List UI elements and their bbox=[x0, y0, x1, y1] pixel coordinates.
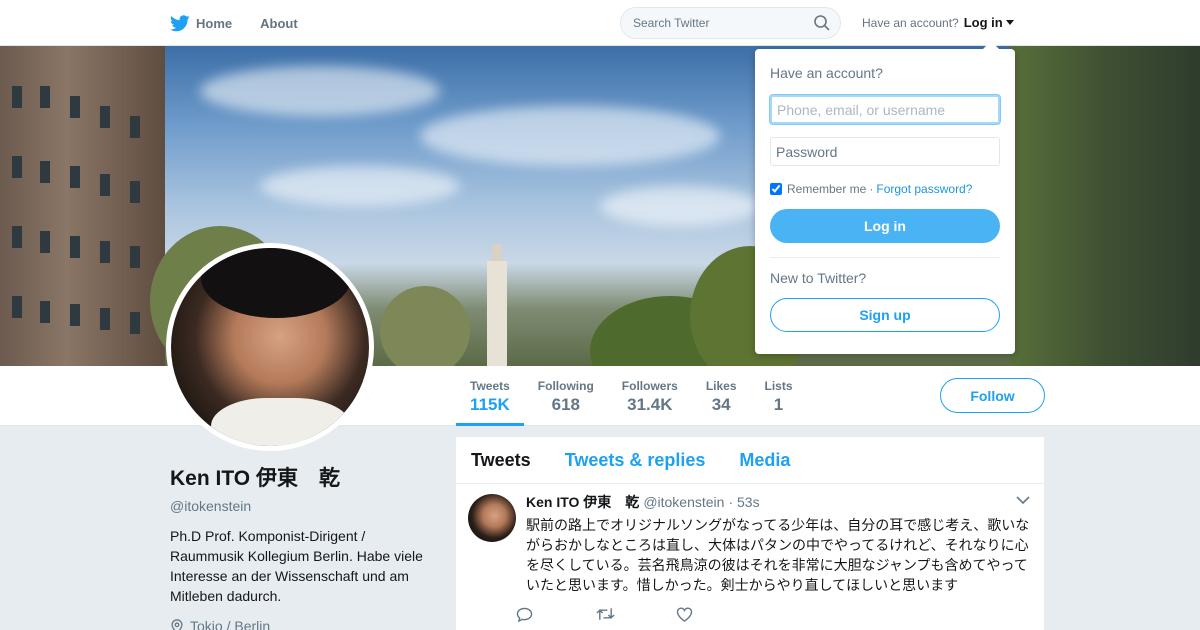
caret-down-icon[interactable] bbox=[1005, 20, 1014, 25]
profile-bio: Ph.D Prof. Komponist-Dirigent / Raummusi… bbox=[170, 528, 423, 604]
tweet[interactable]: Ken ITO 伊東 乾 @itokenstein · 53s 駅前の路上でオリ… bbox=[456, 484, 1044, 627]
tweet-text: 駅前の路上でオリジナルソングがなってる少年は、自分の耳で感じ考え、歌いながらおか… bbox=[526, 517, 1030, 593]
login-menu-toggle[interactable]: Log in bbox=[964, 15, 1003, 30]
retweet-icon bbox=[596, 608, 615, 620]
heart-icon bbox=[676, 607, 693, 622]
new-to-twitter-text: New to Twitter? bbox=[770, 270, 867, 286]
stat-label: Following bbox=[537, 379, 594, 393]
nav-home[interactable]: Home bbox=[170, 14, 233, 32]
tab-tweets[interactable]: Tweets bbox=[471, 450, 531, 471]
account-menu: Have an account? Log in bbox=[862, 15, 1014, 30]
chevron-down-icon[interactable] bbox=[1016, 496, 1030, 505]
remember-row: Remember me · Forgot password? bbox=[770, 182, 1000, 196]
search-icon[interactable] bbox=[814, 15, 830, 31]
twitter-bird-icon bbox=[170, 14, 190, 31]
nav-home-label: Home bbox=[196, 15, 233, 31]
retweet-action[interactable] bbox=[596, 607, 676, 627]
tweet-avatar[interactable] bbox=[468, 494, 516, 542]
remember-me-checkbox[interactable] bbox=[770, 183, 782, 195]
timeline-tabs: Tweets Tweets & replies Media bbox=[456, 437, 1044, 484]
login-dropdown-title: Have an account? bbox=[770, 65, 883, 81]
stat-value: 34 bbox=[711, 395, 731, 414]
tweet-header: Ken ITO 伊東 乾 @itokenstein · 53s bbox=[526, 492, 1029, 512]
remember-me-label[interactable]: Remember me bbox=[787, 182, 866, 196]
location-text: Tokio / Berlin bbox=[190, 618, 271, 630]
top-navigation: Home About Have an account? Log in bbox=[0, 0, 1200, 46]
search-box bbox=[620, 7, 841, 39]
login-button[interactable]: Log in bbox=[770, 209, 1000, 243]
stat-tweets[interactable]: Tweets 115K bbox=[456, 366, 524, 426]
stat-lists[interactable]: Lists 1 bbox=[751, 366, 807, 426]
stat-label: Likes bbox=[705, 379, 737, 393]
tweet-actions bbox=[516, 607, 1029, 627]
tweet-author-handle[interactable]: @itokenstein bbox=[643, 494, 724, 510]
timeline: Tweets Tweets & replies Media Ken ITO 伊東… bbox=[456, 437, 1044, 630]
have-account-text: Have an account? bbox=[862, 15, 959, 30]
stat-label: Tweets bbox=[470, 379, 510, 393]
location-pin-icon bbox=[171, 618, 183, 630]
stat-likes[interactable]: Likes 34 bbox=[692, 366, 751, 426]
dropdown-divider bbox=[770, 257, 1000, 258]
like-action[interactable] bbox=[676, 607, 756, 627]
profile-name[interactable]: Ken ITO 伊東 乾 bbox=[170, 462, 440, 492]
stat-value: 31.4K bbox=[627, 395, 673, 414]
login-dropdown: Have an account? Remember me · Forgot pa… bbox=[755, 41, 1015, 354]
stat-value: 115K bbox=[470, 395, 510, 414]
reply-action[interactable] bbox=[516, 607, 596, 627]
profile-card: Ken ITO 伊東 乾 @itokenstein Ph.D Prof. Kom… bbox=[170, 462, 440, 630]
follow-button[interactable]: Follow bbox=[940, 378, 1045, 413]
stat-value: 1 bbox=[773, 395, 784, 414]
search-input[interactable] bbox=[621, 8, 801, 38]
stat-followers[interactable]: Followers 31.4K bbox=[608, 366, 692, 426]
tab-media[interactable]: Media bbox=[739, 450, 790, 471]
tab-tweets-and-replies[interactable]: Tweets & replies bbox=[565, 450, 706, 471]
stat-label: Lists bbox=[764, 379, 793, 393]
password-input[interactable] bbox=[770, 137, 1000, 166]
reply-icon bbox=[516, 607, 533, 623]
stat-label: Followers bbox=[621, 379, 678, 393]
stat-following[interactable]: Following 618 bbox=[524, 366, 608, 426]
profile-location: Tokio / Berlin bbox=[170, 618, 440, 630]
nav-about-label: About bbox=[260, 15, 298, 31]
profile-stats: Tweets 115K Following 618 Followers 31.4… bbox=[456, 366, 807, 426]
username-input[interactable] bbox=[770, 95, 1000, 124]
separator-dot: · bbox=[869, 182, 874, 196]
profile-handle[interactable]: @itokenstein bbox=[170, 498, 440, 514]
profile-avatar[interactable] bbox=[166, 243, 374, 451]
tweet-author-name[interactable]: Ken ITO 伊東 乾 bbox=[526, 492, 639, 512]
nav-about[interactable]: About bbox=[260, 16, 298, 31]
signup-button[interactable]: Sign up bbox=[770, 298, 1000, 332]
stat-value: 618 bbox=[551, 395, 580, 414]
tweet-timestamp[interactable]: · 53s bbox=[728, 494, 759, 510]
nav-left: Home About bbox=[170, 0, 326, 46]
forgot-password-link[interactable]: Forgot password? bbox=[876, 182, 972, 196]
